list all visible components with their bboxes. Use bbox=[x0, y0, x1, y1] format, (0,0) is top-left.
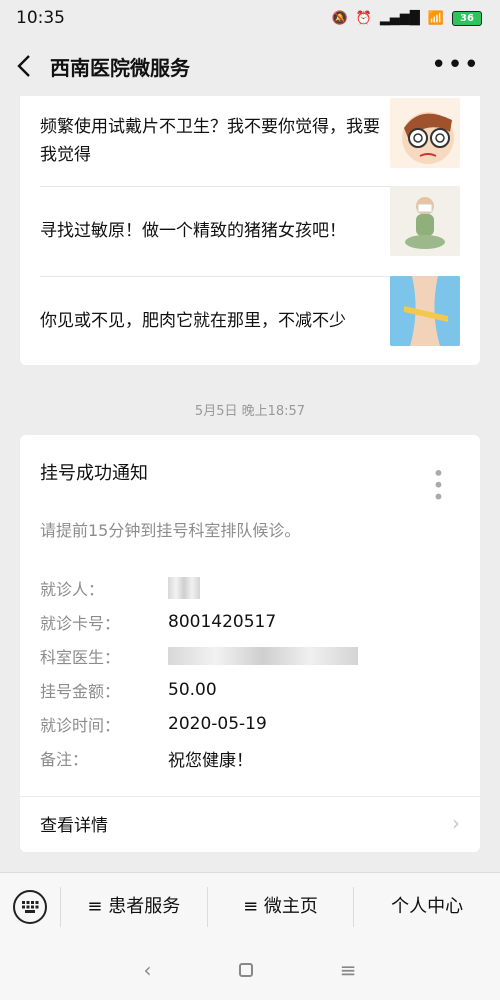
status-time: 10:35 bbox=[16, 8, 65, 28]
notice-subtitle: 请提前15分钟到挂号科室排队候诊。 bbox=[40, 521, 301, 540]
signal-icon: ▂▄▆█ bbox=[379, 10, 420, 26]
keyboard-toggle-button[interactable] bbox=[0, 873, 60, 941]
page-title: 西南医院微服务 bbox=[50, 55, 190, 80]
mute-icon: 🔕 bbox=[331, 10, 348, 26]
appointment-notice-card[interactable]: 挂号成功通知 ••• 请提前15分钟到挂号科室排队候诊。 就诊人： 就诊卡号： … bbox=[20, 435, 480, 852]
cartoon-face-icon bbox=[390, 98, 460, 168]
menu-personal-center[interactable]: 个人中心 bbox=[353, 886, 500, 927]
field-label: 就诊卡号： bbox=[40, 614, 121, 633]
field-remark: 备注： 祝您健康！ bbox=[40, 743, 253, 773]
system-recents-icon[interactable]: ≡ bbox=[340, 958, 357, 982]
message-timestamp: 5月5日 晚上18:57 bbox=[194, 404, 306, 419]
article-title: 你见或不见，肥肉它就在那里，不减不少 bbox=[40, 311, 346, 331]
menu-micro-homepage[interactable]: ≡ 微主页 bbox=[206, 886, 354, 927]
field-value: 祝您健康！ bbox=[168, 750, 253, 771]
field-label: 备注： bbox=[40, 750, 89, 769]
status-icons: 🔕 ⏰ ▂▄▆█ 📶 36 bbox=[331, 10, 482, 26]
field-label: 就诊时间： bbox=[40, 716, 121, 735]
article-title: 频繁使用试戴片不卫生？我不要你觉得，我要我觉得 bbox=[40, 117, 380, 165]
wifi-icon: 📶 bbox=[427, 10, 444, 26]
field-visit-time: 就诊时间： 2020-05-19 bbox=[40, 709, 267, 739]
field-department-doctor: 科室医生： bbox=[40, 641, 358, 671]
keyboard-icon bbox=[13, 889, 47, 924]
notice-title: 挂号成功通知 bbox=[40, 463, 148, 484]
article-list-card: 频繁使用试戴片不卫生？我不要你觉得，我要我觉得 寻找过敏原！做一个精致的猪猪女孩… bbox=[20, 96, 480, 365]
alarm-icon: ⏰ bbox=[355, 10, 372, 26]
field-value: 2020-05-19 bbox=[168, 714, 267, 734]
bottom-menu: ≡ 患者服务 ≡ 微主页 个人中心 bbox=[0, 872, 500, 940]
battery-icon: 36 bbox=[452, 10, 482, 26]
system-back-icon[interactable]: ‹ bbox=[144, 958, 152, 982]
back-button[interactable] bbox=[0, 36, 48, 96]
chevron-right-icon: › bbox=[452, 811, 460, 835]
menu-patient-services[interactable]: ≡ 患者服务 bbox=[60, 886, 207, 927]
divider bbox=[20, 796, 480, 797]
card-menu-button[interactable]: ••• bbox=[426, 467, 450, 502]
field-label: 就诊人： bbox=[40, 580, 105, 599]
field-fee: 挂号金额： 50.00 bbox=[40, 675, 217, 705]
system-nav-bar: ‹ ≡ bbox=[0, 940, 500, 1000]
field-value: 50.00 bbox=[168, 680, 217, 700]
more-button[interactable]: ••• bbox=[431, 50, 480, 80]
redacted-value bbox=[168, 647, 358, 665]
nav-bar: 西南医院微服务 ••• bbox=[0, 36, 500, 96]
field-label: 挂号金额： bbox=[40, 682, 121, 701]
status-bar: 10:35 🔕 ⏰ ▂▄▆█ 📶 36 bbox=[0, 0, 500, 36]
system-home-icon[interactable] bbox=[238, 963, 253, 977]
waist-measure-icon bbox=[390, 276, 460, 346]
view-details-link[interactable]: 查看详情 bbox=[40, 811, 108, 836]
article-title: 寻找过敏原！做一个精致的猪猪女孩吧！ bbox=[40, 221, 346, 241]
field-card-number: 就诊卡号： 8001420517 bbox=[40, 607, 276, 637]
sneezing-woman-icon bbox=[390, 186, 460, 256]
field-patient: 就诊人： bbox=[40, 573, 200, 603]
more-dots-icon: ••• bbox=[430, 50, 480, 80]
redacted-value bbox=[168, 577, 200, 599]
field-value: 8001420517 bbox=[168, 612, 277, 632]
field-label: 科室医生： bbox=[40, 648, 121, 667]
chevron-left-icon bbox=[17, 55, 30, 77]
more-vertical-icon: ••• bbox=[426, 467, 450, 503]
